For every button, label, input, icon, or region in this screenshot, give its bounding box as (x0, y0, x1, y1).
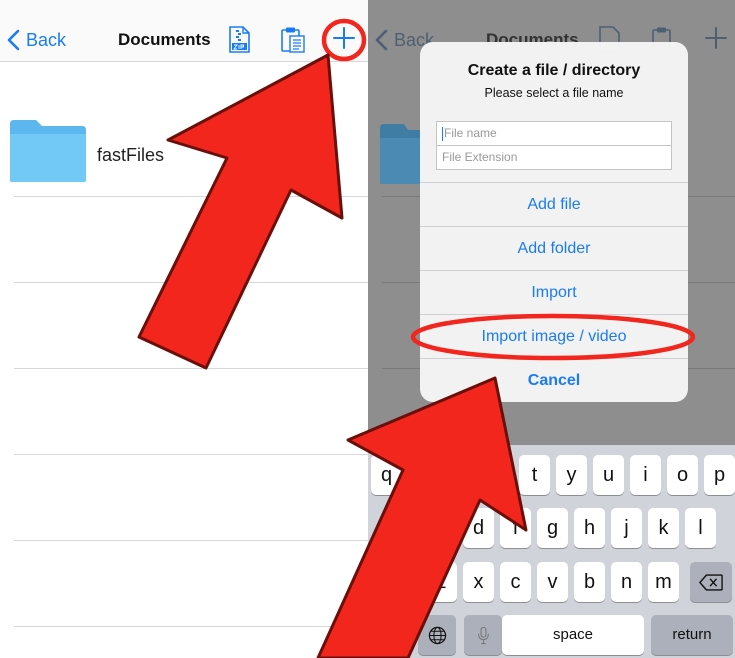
key-d[interactable]: d (463, 508, 494, 548)
back-button[interactable]: Back (6, 26, 66, 54)
list-divider (14, 540, 368, 541)
import-image-video-button[interactable]: Import image / video (420, 314, 688, 358)
key-b[interactable]: b (574, 562, 605, 602)
key-c[interactable]: c (500, 562, 531, 602)
globe-icon (428, 627, 446, 645)
list-divider (14, 282, 368, 283)
return-key[interactable]: return (651, 615, 733, 655)
create-file-dialog: Create a file / directory Please select … (420, 42, 688, 402)
key-e[interactable]: e (445, 455, 476, 495)
key-o[interactable]: o (667, 455, 698, 495)
key-t[interactable]: t (519, 455, 550, 495)
key-s[interactable]: s (426, 508, 457, 548)
key-n[interactable]: n (611, 562, 642, 602)
key-l[interactable]: l (685, 508, 716, 548)
list-divider (14, 196, 368, 197)
text-cursor (442, 126, 443, 141)
clipboard-icon[interactable] (280, 26, 306, 53)
microphone-icon (477, 627, 489, 645)
page-title: Documents (118, 30, 211, 49)
shift-icon (383, 574, 401, 591)
keyboard: q w e r t y u i o p a s d f g h j k l z … (368, 445, 735, 658)
shift-key[interactable] (371, 562, 413, 602)
key-i[interactable]: i (630, 455, 661, 495)
key-g[interactable]: g (537, 508, 568, 548)
dialog-subtitle: Please select a file name (484, 86, 624, 100)
key-f[interactable]: f (500, 508, 531, 548)
left-screen: Back Documents fastFiles (0, 0, 368, 658)
key-h[interactable]: h (574, 508, 605, 548)
folder-name[interactable]: fastFiles (97, 145, 164, 166)
key-k[interactable]: k (648, 508, 679, 548)
key-j[interactable]: j (611, 508, 642, 548)
key-w[interactable]: w (408, 455, 439, 495)
key-m[interactable]: m (648, 562, 679, 602)
zip-icon[interactable] (228, 26, 250, 53)
plus-icon[interactable] (331, 25, 357, 51)
file-name-input[interactable]: File name (436, 121, 672, 146)
key-z[interactable]: z (426, 562, 457, 602)
key-p[interactable]: p (704, 455, 735, 495)
folder-icon[interactable] (8, 118, 88, 184)
plus-icon (705, 27, 727, 49)
backspace-key[interactable] (690, 562, 732, 602)
list-divider (14, 626, 368, 627)
key-q[interactable]: q (371, 455, 402, 495)
import-button[interactable]: Import (420, 270, 688, 314)
file-extension-placeholder: File Extension (442, 150, 518, 164)
dialog-title: Create a file / directory (467, 62, 641, 79)
file-name-placeholder: File name (444, 126, 497, 140)
numbers-key[interactable]: 123 (371, 615, 409, 655)
add-folder-button[interactable]: Add folder (420, 226, 688, 270)
backspace-icon (699, 574, 723, 591)
dictation-key[interactable] (464, 615, 502, 655)
file-extension-input[interactable]: File Extension (436, 145, 672, 170)
chevron-left-icon (7, 29, 20, 51)
back-label: Back (26, 29, 67, 50)
key-a[interactable]: a (389, 508, 420, 548)
cancel-button[interactable]: Cancel (420, 358, 688, 402)
navigation-bar: Back Documents (0, 0, 368, 62)
list-divider (14, 454, 368, 455)
right-screen: Back Documents Create a file / directory… (368, 0, 735, 658)
key-x[interactable]: x (463, 562, 494, 602)
space-key[interactable]: space (502, 615, 644, 655)
key-u[interactable]: u (593, 455, 624, 495)
key-r[interactable]: r (482, 455, 513, 495)
list-divider (14, 368, 368, 369)
key-v[interactable]: v (537, 562, 568, 602)
key-y[interactable]: y (556, 455, 587, 495)
globe-key[interactable] (418, 615, 456, 655)
add-file-button[interactable]: Add file (420, 182, 688, 226)
chevron-left-icon (375, 29, 388, 51)
